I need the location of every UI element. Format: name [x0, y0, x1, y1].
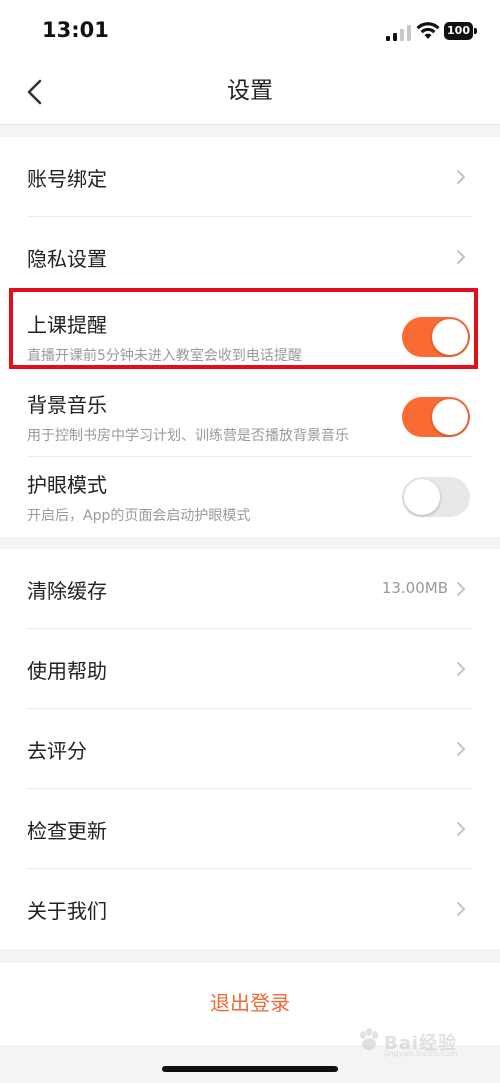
rate-app-label: 去评分 — [27, 739, 87, 763]
account-binding-label: 账号绑定 — [27, 167, 107, 191]
toggle-settings-group: 上课提醒 直播开课前5分钟未进入教室会收到电话提醒 背景音乐 用于控制书房中学习… — [0, 297, 500, 537]
help-item[interactable]: 使用帮助 — [0, 629, 500, 709]
privacy-settings-item[interactable]: 隐私设置 — [0, 217, 500, 297]
watermark-url: jingyan.baidu.com — [384, 1049, 458, 1058]
about-us-label: 关于我们 — [27, 899, 107, 923]
background-music-label: 背景音乐 — [27, 393, 107, 417]
baidu-jingyan-watermark: Bai经验 jingyan.baidu.com — [352, 1023, 480, 1063]
cache-size-value: 13.00MB — [381, 579, 448, 597]
eye-protection-label: 护眼模式 — [27, 473, 107, 497]
class-reminder-label: 上课提醒 — [27, 313, 107, 337]
cellular-signal-icon — [386, 25, 411, 41]
rate-app-item[interactable]: 去评分 — [0, 709, 500, 789]
check-update-item[interactable]: 检查更新 — [0, 789, 500, 869]
eye-protection-item: 护眼模式 开启后，App的页面会启动护眼模式 — [0, 457, 500, 537]
chevron-right-icon — [457, 170, 465, 184]
page-title: 设置 — [227, 78, 273, 104]
wifi-icon — [416, 22, 440, 39]
class-reminder-item: 上课提醒 直播开课前5分钟未进入教室会收到电话提醒 — [0, 297, 500, 377]
status-bar: 13:01 100 — [0, 0, 500, 62]
status-time: 13:01 — [42, 18, 109, 42]
chevron-right-icon — [457, 250, 465, 264]
chevron-right-icon — [457, 582, 465, 596]
class-reminder-description: 直播开课前5分钟未进入教室会收到电话提醒 — [27, 348, 302, 364]
general-settings-group: 清除缓存 13.00MB 使用帮助 去评分 检查更新 关于我们 — [0, 549, 500, 949]
background-music-description: 用于控制书房中学习计划、训练营是否播放背景音乐 — [27, 428, 349, 444]
background-music-item: 背景音乐 用于控制书房中学习计划、训练营是否播放背景音乐 — [0, 377, 500, 457]
check-update-label: 检查更新 — [27, 819, 107, 843]
account-settings-group: 账号绑定 隐私设置 — [0, 137, 500, 297]
clear-cache-label: 清除缓存 — [27, 579, 107, 603]
account-binding-item[interactable]: 账号绑定 — [0, 137, 500, 217]
about-us-item[interactable]: 关于我们 — [0, 869, 500, 949]
privacy-settings-label: 隐私设置 — [27, 247, 107, 271]
navigation-bar: 设置 — [0, 62, 500, 125]
chevron-right-icon — [457, 902, 465, 916]
background-music-toggle[interactable] — [402, 397, 470, 437]
home-indicator[interactable] — [162, 1066, 338, 1072]
battery-icon: 100 — [444, 22, 478, 40]
paw-logo-icon — [360, 1028, 378, 1050]
chevron-right-icon — [457, 662, 465, 676]
clear-cache-item[interactable]: 清除缓存 13.00MB — [0, 549, 500, 629]
chevron-right-icon — [457, 742, 465, 756]
chevron-right-icon — [457, 822, 465, 836]
eye-protection-description: 开启后，App的页面会启动护眼模式 — [27, 508, 251, 524]
battery-level: 100 — [444, 22, 473, 40]
eye-protection-toggle[interactable] — [402, 477, 470, 517]
help-label: 使用帮助 — [27, 659, 107, 683]
class-reminder-toggle[interactable] — [402, 317, 470, 357]
